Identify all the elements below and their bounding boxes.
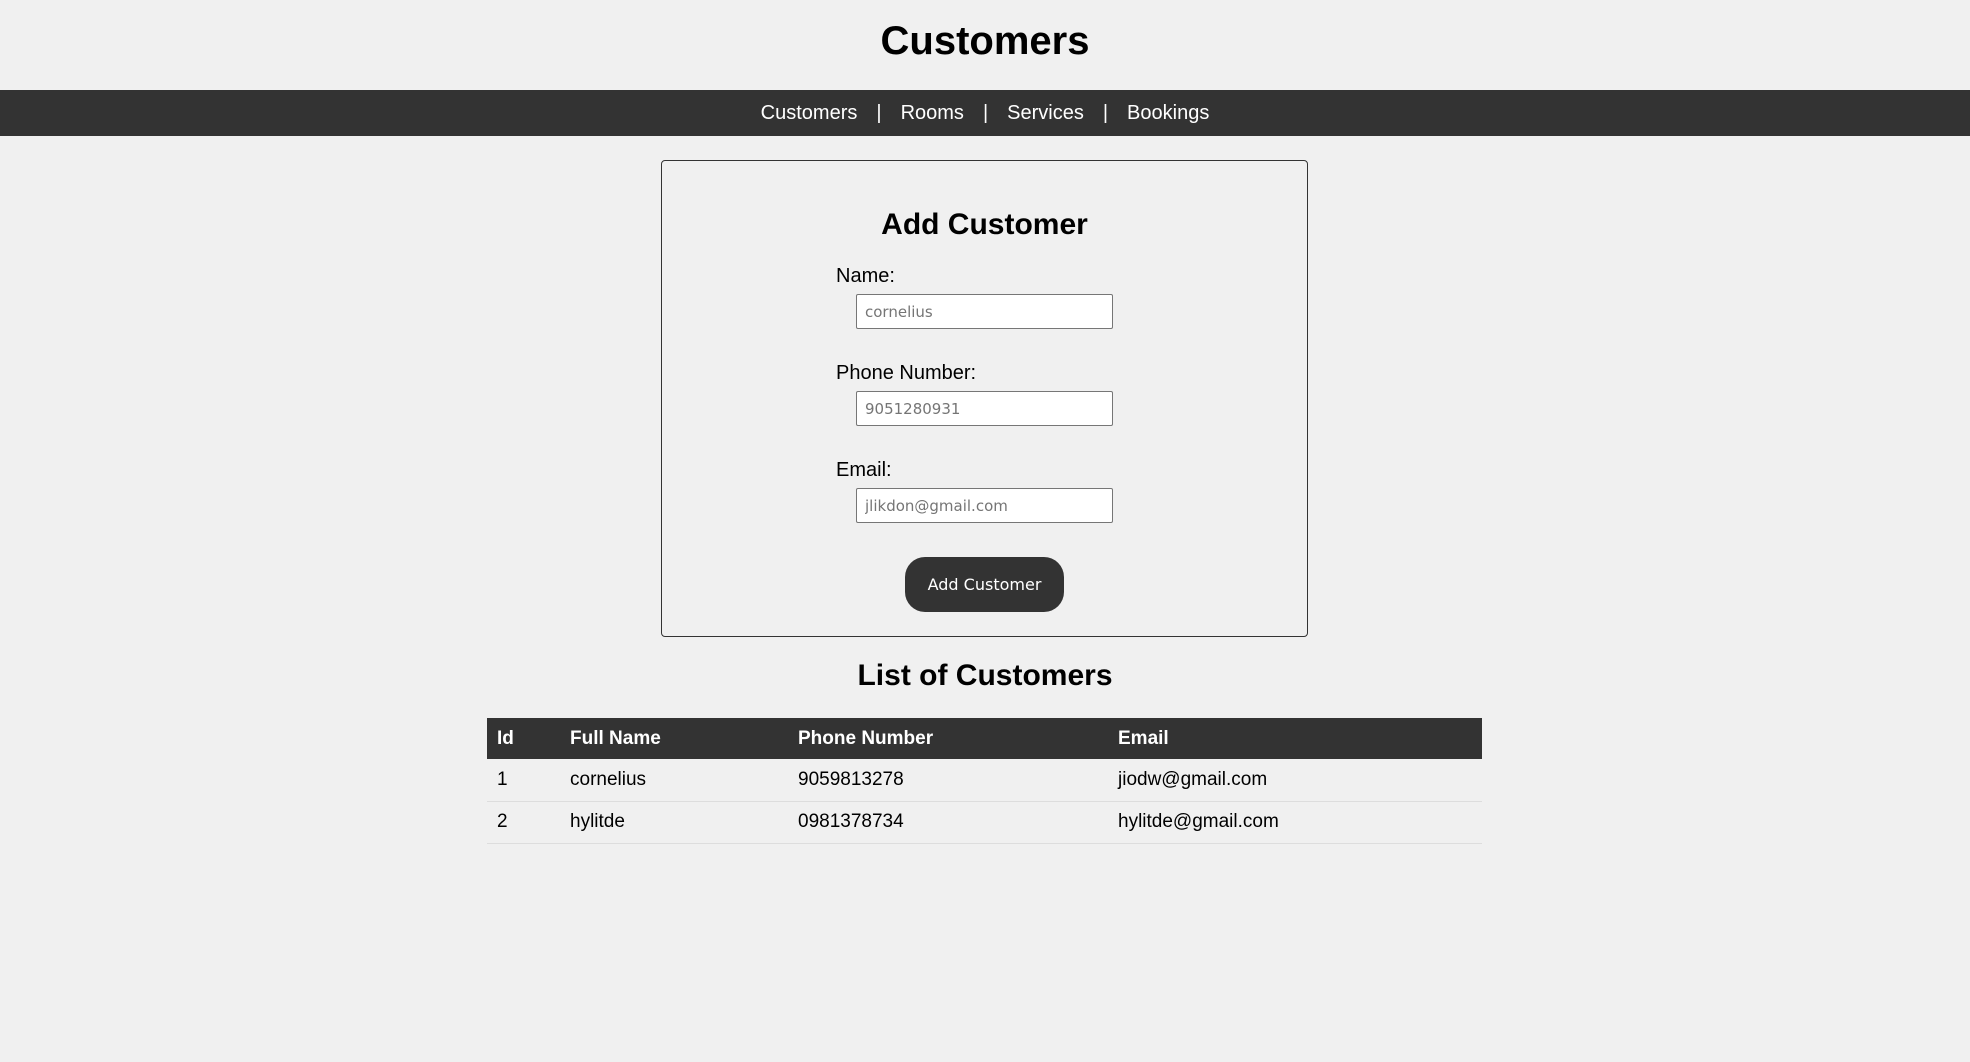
column-header-id: Id	[487, 718, 560, 759]
cell-phone-number: 9059813278	[788, 759, 1108, 802]
navbar: Customers | Rooms | Services | Bookings	[0, 90, 1970, 136]
cell-id: 2	[487, 801, 560, 844]
name-input[interactable]	[856, 294, 1113, 329]
cell-full-name: hylitde	[560, 801, 788, 844]
form-title: Add Customer	[881, 208, 1088, 241]
page-title: Customers	[880, 19, 1090, 63]
name-label: Name:	[836, 265, 895, 287]
email-input[interactable]	[856, 488, 1113, 523]
table-header-row: Id Full Name Phone Number Email	[487, 718, 1482, 759]
cell-email: jiodw@gmail.com	[1108, 759, 1482, 802]
nav-separator: |	[982, 101, 989, 124]
column-header-email: Email	[1108, 718, 1482, 759]
phone-label: Phone Number:	[836, 362, 977, 384]
email-label: Email:	[836, 459, 892, 481]
nav-separator: |	[876, 101, 882, 124]
table-row: 2 hylitde 0981378734 hylitde@gmail.com	[487, 801, 1482, 844]
cell-full-name: cornelius	[560, 759, 788, 802]
customers-table: Id Full Name Phone Number Email 1 cornel…	[487, 718, 1482, 844]
add-customer-form: Add Customer Name: Phone Number: Email: …	[661, 160, 1308, 637]
cell-phone-number: 0981378734	[788, 801, 1108, 844]
list-title: List of Customers	[857, 659, 1113, 692]
cell-email: hylitde@gmail.com	[1108, 801, 1482, 844]
nav-item-services[interactable]: Services	[1007, 102, 1084, 125]
column-header-full-name: Full Name	[560, 718, 788, 759]
table-row: 1 cornelius 9059813278 jiodw@gmail.com	[487, 759, 1482, 802]
nav-item-bookings[interactable]: Bookings	[1127, 102, 1209, 125]
add-customer-button[interactable]: Add Customer	[905, 557, 1064, 612]
nav-separator: |	[1102, 101, 1109, 124]
nav-item-customers[interactable]: Customers	[761, 102, 858, 125]
nav-item-rooms[interactable]: Rooms	[901, 102, 964, 125]
cell-id: 1	[487, 759, 560, 802]
phone-input[interactable]	[856, 391, 1113, 426]
column-header-phone-number: Phone Number	[788, 718, 1108, 759]
